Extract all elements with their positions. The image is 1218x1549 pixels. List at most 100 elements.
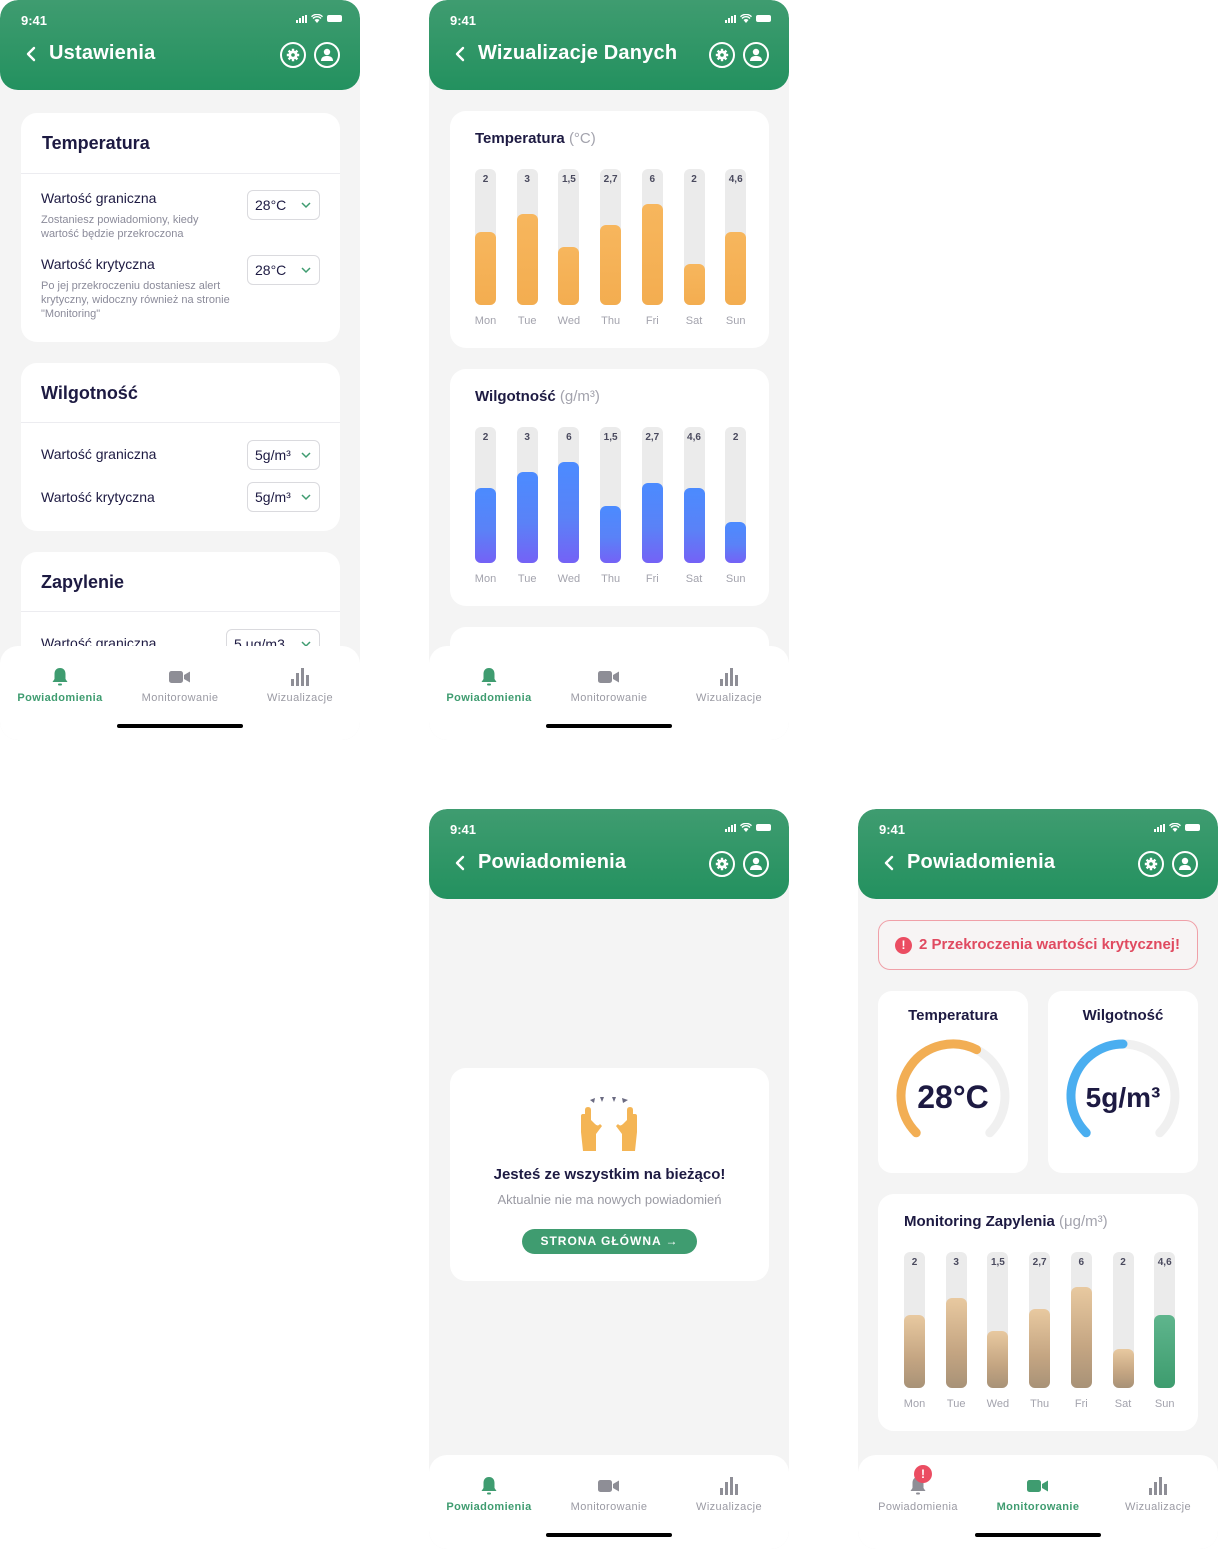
critical-select[interactable]: 28°C — [247, 255, 320, 285]
chart-title: Temperatura (°C) — [475, 130, 596, 147]
tab-powiadomienia[interactable]: Powiadomienia — [429, 1475, 549, 1513]
tab-label: Powiadomienia — [17, 692, 103, 704]
bar-value-label: 3 — [524, 174, 530, 185]
bar-value-label: 6 — [649, 174, 656, 185]
bar-category-label: Thu — [1030, 1398, 1050, 1410]
threshold-select[interactable]: 28°C — [247, 190, 320, 220]
tab-wizualizacje[interactable]: Wizualizacje — [1098, 1475, 1218, 1513]
tab-wizualizacje[interactable]: Wizualizacje — [669, 1475, 789, 1513]
bar-category-label: Sat — [685, 315, 703, 327]
bar-wed: 1,5 Wed — [987, 1252, 1009, 1410]
bar-thu: 2,7 Thu — [600, 169, 622, 327]
tab-label: Wizualizacje — [696, 692, 762, 704]
critical-alert-banner[interactable]: ! 2 Przekroczenia wartości krytycznej! — [878, 920, 1198, 970]
select-value: 5g/m³ — [255, 489, 291, 505]
settings-button[interactable] — [709, 851, 735, 877]
bar-value-label: 2,7 — [603, 174, 618, 185]
bar-tue: 3 Tue — [516, 169, 538, 327]
empty-notifications-screen: 9:41 Powiadomienia Jesteś ze wszystkim n… — [429, 809, 789, 1549]
gauge-value: 28°C — [917, 1079, 989, 1115]
tab-label: Powiadomienia — [446, 692, 532, 704]
bar-category-label: Mon — [903, 1398, 926, 1410]
tab-label: Powiadomienia — [446, 1501, 532, 1513]
tab-powiadomienia[interactable]: Powiadomienia — [429, 666, 549, 704]
battery-icon — [1185, 824, 1200, 831]
bar-fri: 6 Fri — [641, 169, 663, 327]
app-header: 9:41 Wizualizacje Danych — [429, 0, 789, 90]
tab-powiadomienia[interactable]: Powiadomienia — [0, 666, 120, 704]
back-chevron-icon[interactable] — [882, 853, 896, 873]
bar-fill — [641, 482, 663, 563]
gauge-title: Temperatura — [908, 1007, 998, 1024]
settings-button[interactable] — [280, 42, 306, 68]
tab-monitorowanie[interactable]: Monitorowanie — [120, 666, 240, 704]
bar-fill — [945, 1298, 967, 1388]
profile-button[interactable] — [743, 42, 769, 68]
page-title: Wizualizacje Danych — [478, 42, 678, 64]
video-camera-icon — [1027, 1480, 1048, 1492]
bar-value-label: 1,5 — [990, 1257, 1005, 1268]
profile-button[interactable] — [1172, 851, 1198, 877]
bar-category-label: Sun — [725, 315, 746, 327]
section-title: Wilgotność — [41, 383, 138, 403]
page-title: Powiadomienia — [478, 851, 627, 873]
bar-fill — [1154, 1314, 1176, 1388]
back-chevron-icon[interactable] — [453, 853, 467, 873]
chevron-down-icon — [301, 452, 311, 459]
status-icons — [296, 14, 342, 23]
bar-category-label: Fri — [645, 573, 659, 585]
alert-text: 2 Przekroczenia wartości krytycznej! — [919, 936, 1180, 953]
bar-value-label: 4,6 — [728, 174, 743, 185]
bar-chart-icon — [720, 668, 738, 686]
tab-monitorowanie[interactable]: Monitorowanie — [549, 1475, 669, 1513]
bar-value-label: 4,6 — [1157, 1257, 1172, 1268]
status-time: 9:41 — [450, 822, 477, 837]
threshold-select[interactable]: 5g/m³ — [247, 440, 320, 470]
select-value: 28°C — [255, 262, 287, 278]
bottom-tab-bar: Powiadomienia Monitorowanie Wizualizacje — [429, 646, 789, 740]
temperature-settings-card: Temperatura Wartość graniczna Zostaniesz… — [21, 113, 340, 342]
tab-monitorowanie[interactable]: Monitorowanie — [549, 666, 669, 704]
bar-category-label: Tue — [517, 573, 537, 585]
bar-category-label: Fri — [1074, 1398, 1088, 1410]
video-camera-icon — [598, 1480, 619, 1492]
bell-icon — [481, 668, 497, 686]
status-icons — [725, 823, 771, 832]
bar-sat: 4,6 Sat — [683, 427, 705, 585]
gauge-value: 5g/m³ — [1085, 1082, 1161, 1113]
bar-thu: 1,5 Thu — [600, 427, 622, 585]
bar-fill — [725, 231, 747, 305]
empty-state-heading: Jesteś ze wszystkim na bieżąco! — [493, 1166, 726, 1183]
settings-button[interactable] — [1138, 851, 1164, 877]
gear-icon — [286, 48, 300, 62]
battery-icon — [327, 15, 342, 22]
signal-icon — [725, 14, 736, 23]
critical-select[interactable]: 5g/m³ — [247, 482, 320, 512]
bar-value-label: 2 — [482, 432, 489, 443]
video-camera-icon — [169, 671, 190, 683]
tab-wizualizacje[interactable]: Wizualizacje — [669, 666, 789, 704]
tab-wizualizacje[interactable]: Wizualizacje — [240, 666, 360, 704]
profile-button[interactable] — [743, 851, 769, 877]
bar-tue: 3 Tue — [516, 427, 538, 585]
bar-fill — [516, 471, 538, 563]
home-button[interactable]: STRONA GŁÓWNA → — [522, 1229, 697, 1254]
threshold-label: Wartość graniczna — [41, 446, 157, 462]
bar-category-label: Sat — [685, 573, 703, 585]
back-chevron-icon[interactable] — [453, 44, 467, 64]
profile-button[interactable] — [314, 42, 340, 68]
bar-category-label: Sun — [1154, 1398, 1175, 1410]
tab-powiadomienia[interactable]: ! Powiadomienia — [858, 1465, 978, 1513]
status-icons — [1154, 823, 1200, 832]
bar-value-label: 2 — [482, 174, 489, 185]
back-chevron-icon[interactable] — [24, 44, 38, 64]
gauge-title: Wilgotność — [1082, 1007, 1164, 1024]
settings-screen: 9:41 Ustawienia Temperatura Wartość gran… — [0, 0, 360, 740]
user-icon — [750, 48, 762, 61]
monitoring-screen: 9:41 Powiadomienia ! 2 Przekroczenia war… — [858, 809, 1218, 1549]
bottom-tab-bar: Powiadomienia Monitorowanie Wizualizacje — [429, 1455, 789, 1549]
video-camera-icon — [598, 671, 619, 683]
tab-monitorowanie[interactable]: Monitorowanie — [978, 1475, 1098, 1513]
settings-button[interactable] — [709, 42, 735, 68]
critical-label: Wartość krytyczna — [41, 256, 155, 272]
